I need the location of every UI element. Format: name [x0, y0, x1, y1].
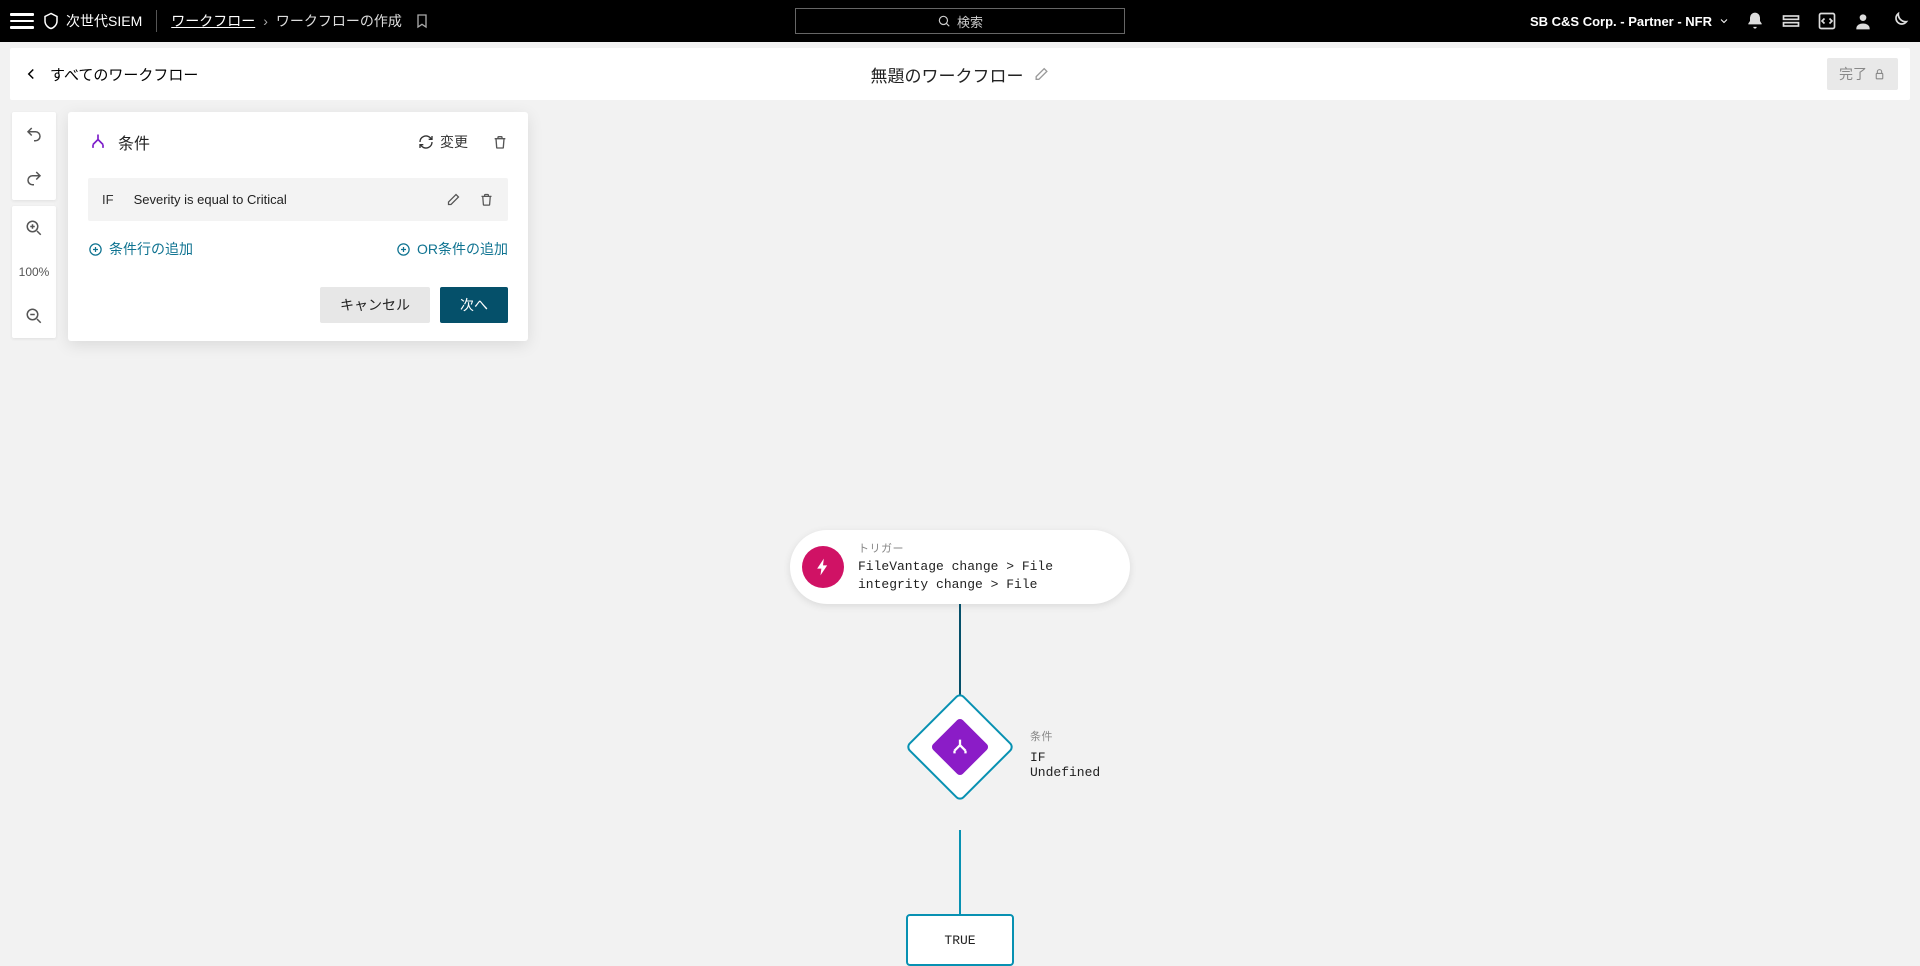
divider: [156, 10, 157, 32]
row-actions: [446, 192, 494, 207]
back-to-workflows[interactable]: すべてのワークフロー: [22, 64, 198, 85]
finish-button: 完了: [1827, 58, 1898, 90]
org-switcher[interactable]: SB C&S Corp. - Partner - NFR: [1530, 14, 1730, 29]
cancel-button[interactable]: キャンセル: [320, 287, 430, 323]
app-logo[interactable]: 次世代SIEM: [42, 11, 142, 31]
add-condition-label: 条件行の追加: [109, 239, 193, 259]
menu-hamburger-icon[interactable]: [10, 9, 34, 33]
user-icon[interactable]: [1852, 10, 1874, 32]
connector-line: [959, 830, 961, 914]
zoom-level[interactable]: 100%: [12, 250, 56, 294]
top-header: 次世代SIEM ワークフロー › ワークフローの作成 検索 SB C&S Cor…: [0, 0, 1920, 42]
edit-row-pencil-icon[interactable]: [446, 192, 461, 207]
back-label: すべてのワークフロー: [50, 64, 198, 85]
condition-expression: Severity is equal to Critical: [134, 192, 426, 207]
condition-panel: 条件 変更 IF Severity is equal to Critical: [68, 112, 528, 341]
panel-footer: キャンセル 次へ: [88, 287, 508, 323]
messages-icon[interactable]: [1780, 10, 1802, 32]
zoom-out-button[interactable]: [12, 294, 56, 338]
condition-node[interactable]: [921, 708, 999, 786]
add-or-label: OR条件の追加: [417, 239, 508, 259]
trigger-text: トリガー FileVantage change > File integrity…: [858, 540, 1112, 594]
next-button[interactable]: 次へ: [440, 287, 508, 323]
org-name: SB C&S Corp. - Partner - NFR: [1530, 14, 1712, 29]
header-right-cluster: SB C&S Corp. - Partner - NFR: [1530, 10, 1910, 32]
change-label: 変更: [440, 132, 468, 152]
pencil-icon[interactable]: [1034, 66, 1050, 82]
add-or-condition-link[interactable]: OR条件の追加: [396, 239, 508, 259]
breadcrumb-current: ワークフローの作成: [276, 11, 402, 31]
panel-header: 条件 変更: [88, 130, 508, 154]
global-search[interactable]: 検索: [795, 8, 1125, 34]
trigger-desc: FileVantage change > File integrity chan…: [858, 558, 1112, 594]
redo-button[interactable]: [12, 156, 56, 200]
condition-small-label: 条件: [1030, 728, 1100, 744]
add-links-row: 条件行の追加 OR条件の追加: [88, 239, 508, 259]
sub-header: すべてのワークフロー 無題のワークフロー 完了: [10, 48, 1910, 100]
change-button[interactable]: 変更: [418, 132, 468, 152]
workflow-title-wrap: 無題のワークフロー: [871, 62, 1050, 87]
bell-icon[interactable]: [1744, 10, 1766, 32]
search-placeholder: 検索: [957, 12, 983, 31]
app-name: 次世代SIEM: [66, 11, 142, 31]
trigger-node[interactable]: トリガー FileVantage change > File integrity…: [790, 530, 1130, 604]
delete-row-trash-icon[interactable]: [479, 192, 494, 207]
undo-button[interactable]: [12, 112, 56, 156]
panel-title: 条件: [118, 130, 408, 154]
condition-node-label: 条件 IF Undefined: [1030, 728, 1100, 780]
zoom-in-button[interactable]: [12, 206, 56, 250]
breadcrumb-workflow-link[interactable]: ワークフロー: [171, 11, 255, 31]
trigger-label: トリガー: [858, 540, 1112, 556]
true-branch-node[interactable]: TRUE: [906, 914, 1014, 966]
canvas-toolbox: 100%: [12, 112, 56, 338]
chevron-right-icon: ›: [263, 13, 268, 29]
canvas[interactable]: 100% 条件 変更 IF Severity is equal to Criti…: [0, 100, 1920, 957]
lightning-icon: [802, 546, 844, 588]
condition-icon: [88, 132, 108, 152]
if-label: IF: [102, 192, 114, 207]
add-condition-row-link[interactable]: 条件行の追加: [88, 239, 193, 259]
bookmark-icon[interactable]: [414, 13, 430, 29]
theme-moon-icon[interactable]: [1888, 10, 1910, 32]
condition-if-text: IF Undefined: [1030, 750, 1100, 780]
condition-row: IF Severity is equal to Critical: [88, 178, 508, 221]
finish-label: 完了: [1839, 64, 1867, 84]
code-icon[interactable]: [1816, 10, 1838, 32]
workflow-title: 無題のワークフロー: [871, 62, 1024, 87]
trash-icon[interactable]: [492, 134, 508, 150]
breadcrumb: ワークフロー › ワークフローの作成: [171, 11, 402, 31]
